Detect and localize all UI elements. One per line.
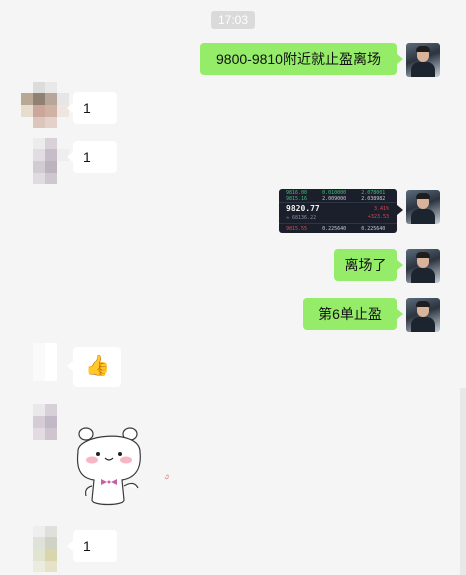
my-avatar[interactable] bbox=[406, 249, 440, 283]
blurred-avatar-icon bbox=[33, 526, 57, 572]
message-bubble-incoming[interactable]: 1 bbox=[67, 92, 117, 124]
scrollbar[interactable] bbox=[460, 388, 466, 575]
contact-avatar[interactable] bbox=[21, 138, 69, 184]
contact-avatar[interactable] bbox=[21, 82, 69, 128]
percent-change: 3.41% bbox=[373, 206, 389, 212]
contact-avatar[interactable] bbox=[21, 343, 69, 389]
my-avatar[interactable] bbox=[406, 43, 440, 77]
image-message[interactable]: 9816.00 0.010000 2.078001 9815.16 2.0090… bbox=[279, 189, 397, 233]
blurred-avatar-icon bbox=[21, 82, 69, 128]
thumbs-up-icon: 👍 bbox=[85, 355, 110, 377]
amount-change: +323.53 bbox=[367, 214, 389, 220]
price-value: 9820.77 bbox=[286, 204, 320, 213]
timestamp: 17:03 bbox=[211, 11, 255, 29]
message-bubble-incoming[interactable]: 1 bbox=[67, 530, 117, 562]
emoji-bubble[interactable]: 👍 bbox=[67, 347, 121, 387]
message-bubble-incoming[interactable]: 1 bbox=[67, 141, 117, 173]
price-converted: ≈ 68136.22 bbox=[286, 215, 317, 221]
contact-avatar[interactable] bbox=[21, 526, 69, 572]
my-avatar[interactable] bbox=[406, 190, 440, 224]
blurred-avatar-icon bbox=[33, 138, 69, 184]
message-bubble-outgoing[interactable]: 离场了 bbox=[334, 249, 403, 281]
blurred-avatar-icon bbox=[33, 343, 57, 381]
contact-avatar[interactable] bbox=[21, 404, 69, 450]
message-bubble-outgoing[interactable]: 9800-9810附近就止盈离场 bbox=[200, 43, 403, 75]
cute-bear-sticker[interactable] bbox=[70, 420, 180, 510]
blurred-avatar-icon bbox=[33, 404, 57, 440]
message-bubble-outgoing[interactable]: 第6单止盈 bbox=[303, 298, 403, 330]
my-avatar[interactable] bbox=[406, 298, 440, 332]
ticker-row: 9815.55 0.225640 0.225640 bbox=[286, 226, 386, 232]
